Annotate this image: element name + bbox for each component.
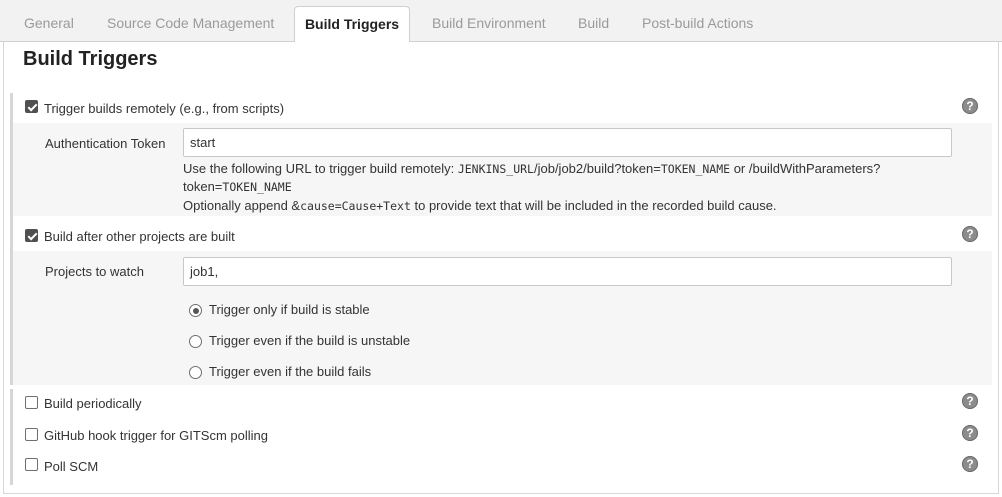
desc-code: cause=Cause+Text	[300, 199, 411, 213]
trigger-remote-label: Trigger builds remotely (e.g., from scri…	[44, 101, 285, 116]
section-title: Build Triggers	[23, 48, 158, 70]
build-periodically-row: Build periodically ?	[13, 389, 992, 419]
auth-token-description: Use the following URL to trigger build r…	[183, 161, 880, 176]
auth-token-label: Authentication Token	[45, 136, 166, 151]
tab-build-triggers[interactable]: Build Triggers	[294, 6, 410, 43]
build-after-other-label: Build after other projects are built	[44, 229, 235, 244]
tab-post-build-actions[interactable]: Post-build Actions	[642, 0, 753, 42]
trigger-fails-radio[interactable]	[189, 366, 202, 379]
desc-text: Optionally append	[183, 198, 292, 213]
question-circle-icon[interactable]: ?	[962, 393, 978, 409]
trigger-stable-label: Trigger only if build is stable	[209, 302, 370, 317]
github-hook-row: GitHub hook trigger for GITScm polling ?	[13, 420, 992, 450]
tab-build-environment[interactable]: Build Environment	[432, 0, 546, 42]
trigger-fails-label: Trigger even if the build fails	[209, 364, 372, 379]
auth-token-description-line2: token=TOKEN_NAME	[183, 179, 292, 194]
projects-to-watch-input[interactable]: job1,	[183, 257, 952, 286]
projects-to-watch-label: Projects to watch	[45, 264, 144, 279]
tab-general[interactable]: General	[24, 0, 74, 42]
poll-scm-checkbox[interactable]	[25, 458, 38, 471]
desc-text: or /buildWithParameters?	[730, 161, 881, 176]
auth-token-input[interactable]: start	[183, 128, 952, 157]
question-circle-icon[interactable]: ?	[962, 226, 978, 242]
tab-source-code-management[interactable]: Source Code Management	[107, 0, 274, 42]
build-periodically-checkbox[interactable]	[25, 396, 38, 409]
build-after-other-details: Projects to watch job1, Trigger only if …	[13, 251, 992, 385]
poll-scm-row: Poll SCM ?	[13, 452, 992, 482]
trigger-unstable-label: Trigger even if the build is unstable	[209, 333, 411, 348]
trigger-remote-details: Authentication Token start Use the follo…	[13, 123, 992, 216]
desc-text: token=	[183, 179, 223, 194]
trigger-remote-checkbox[interactable]	[25, 100, 38, 113]
desc-code: TOKEN_NAME	[660, 162, 731, 176]
build-periodically-label: Build periodically	[44, 396, 142, 411]
desc-code: TOKEN_NAME	[222, 180, 292, 194]
auth-token-description-line3: Optionally append &cause=Cause+Text to p…	[183, 198, 777, 213]
desc-text: to provide text that will be included in…	[410, 198, 777, 213]
tab-build[interactable]: Build	[578, 0, 609, 42]
desc-text: /job/job2/build?token=	[533, 161, 661, 176]
poll-scm-label: Poll SCM	[44, 459, 99, 474]
question-circle-icon[interactable]: ?	[962, 456, 978, 472]
trigger-unstable-radio[interactable]	[189, 335, 202, 348]
build-after-other-row: Build after other projects are built ?	[13, 221, 992, 251]
trigger-remote-row: Trigger builds remotely (e.g., from scri…	[13, 93, 992, 123]
tab-bar: General Source Code Management Build Tri…	[0, 0, 1002, 43]
desc-code: JENKINS_URL	[457, 162, 534, 176]
github-hook-checkbox[interactable]	[25, 428, 38, 441]
github-hook-label: GitHub hook trigger for GITScm polling	[44, 428, 268, 443]
desc-text: &	[291, 198, 301, 213]
build-after-other-checkbox[interactable]	[25, 229, 38, 242]
question-circle-icon[interactable]: ?	[962, 425, 978, 441]
trigger-stable-radio[interactable]	[189, 304, 202, 317]
desc-text: Use the following URL to trigger build r…	[183, 161, 458, 176]
question-circle-icon[interactable]: ?	[962, 98, 978, 114]
